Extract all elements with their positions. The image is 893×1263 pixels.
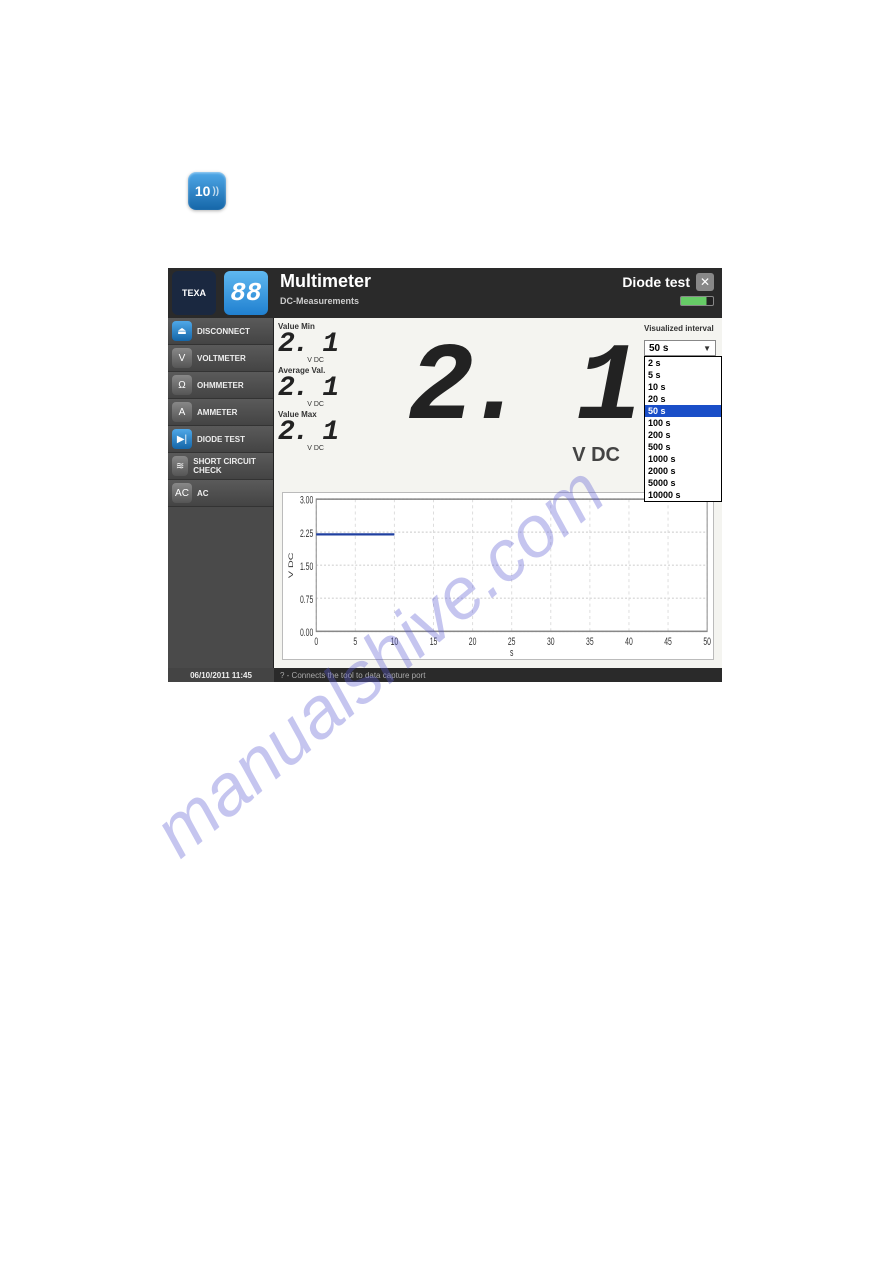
- svg-text:3.00: 3.00: [300, 494, 313, 506]
- sidebar-item-diode-test[interactable]: ▶| DIODE TEST: [168, 426, 273, 453]
- sidebar-item-ohmmeter[interactable]: Ω OHMMETER: [168, 372, 273, 399]
- interval-option[interactable]: 100 s: [645, 417, 721, 429]
- svg-text:2.25: 2.25: [300, 527, 313, 539]
- readings-row: Value Min 2. 1 V DC Average Val. 2. 1 V …: [274, 318, 722, 488]
- chevron-down-icon: ▼: [703, 344, 711, 353]
- battery-icon: [680, 296, 714, 306]
- svg-text:5: 5: [353, 636, 357, 648]
- app-title: Multimeter: [280, 271, 371, 292]
- voltmeter-icon: V: [172, 348, 192, 368]
- interval-selected-value: 50 s: [649, 343, 668, 354]
- svg-text:40: 40: [625, 636, 633, 648]
- svg-text:0.75: 0.75: [300, 593, 313, 605]
- svg-text:15: 15: [430, 636, 438, 648]
- interval-option[interactable]: 5000 s: [645, 477, 721, 489]
- interval-option[interactable]: 20 s: [645, 393, 721, 405]
- app-window: TEXA 88 Multimeter Diode test ✕ DC-Measu…: [168, 268, 722, 682]
- sidebar: ⏏ DISCONNECT V VOLTMETER Ω OHMMETER A AMMETER ▶|…: [168, 318, 274, 668]
- close-button[interactable]: ✕: [696, 273, 714, 291]
- small-stats: Value Min 2. 1 V DC Average Val. 2. 1 V …: [278, 322, 342, 484]
- status-message: ? - Connects the tool to data capture po…: [274, 668, 722, 682]
- interval-option[interactable]: 50 s: [645, 405, 721, 417]
- interval-option[interactable]: 500 s: [645, 441, 721, 453]
- brand-logo: TEXA: [172, 271, 216, 315]
- disconnect-icon: ⏏: [172, 321, 192, 341]
- sidebar-item-short-circuit-check[interactable]: ≋ SHORT CIRCUIT CHECK: [168, 453, 273, 480]
- interval-option[interactable]: 2000 s: [645, 465, 721, 477]
- sound-waves-icon: )): [212, 186, 219, 197]
- title-area: Multimeter Diode test ✕ DC-Measurements: [272, 268, 722, 318]
- page-top-icon: 10 )): [188, 172, 226, 210]
- stat-min-unit: V DC: [278, 357, 342, 364]
- svg-text:45: 45: [664, 636, 672, 648]
- big-reading-value: 2. 1: [408, 340, 632, 440]
- stat-avg-value: 2. 1: [278, 377, 342, 401]
- body: ⏏ DISCONNECT V VOLTMETER Ω OHMMETER A AMMETER ▶|…: [168, 318, 722, 668]
- sidebar-item-voltmeter[interactable]: V VOLTMETER: [168, 345, 273, 372]
- sidebar-item-label: OHMMETER: [197, 381, 244, 390]
- interval-option[interactable]: 10000 s: [645, 489, 721, 501]
- stat-min-value: 2. 1: [278, 333, 342, 357]
- interval-option[interactable]: 200 s: [645, 429, 721, 441]
- sidebar-item-label: AC: [197, 489, 209, 498]
- digit-display-cell: 88: [220, 268, 272, 318]
- mode-label: Diode test: [622, 274, 690, 290]
- big-reading-unit: V DC: [572, 444, 620, 467]
- subtitle: DC-Measurements: [280, 296, 359, 306]
- stat-avg-unit: V DC: [278, 401, 342, 408]
- interval-select[interactable]: 50 s ▼: [644, 340, 716, 356]
- chart: 0.000.751.502.253.0005101520253035404550…: [282, 492, 714, 660]
- interval-option[interactable]: 5 s: [645, 369, 721, 381]
- svg-text:0: 0: [314, 636, 318, 648]
- svg-text:30: 30: [547, 636, 555, 648]
- svg-text:35: 35: [586, 636, 594, 648]
- status-timestamp: 06/10/2011 11:45: [168, 668, 274, 682]
- ammeter-icon: A: [172, 402, 192, 422]
- main-panel: Value Min 2. 1 V DC Average Val. 2. 1 V …: [274, 318, 722, 668]
- sidebar-item-label: VOLTMETER: [197, 354, 246, 363]
- sidebar-item-label: DIODE TEST: [197, 435, 245, 444]
- interval-option[interactable]: 1000 s: [645, 453, 721, 465]
- interval-label: Visualized interval: [644, 324, 716, 334]
- digit-display-icon: 88: [224, 271, 268, 315]
- svg-text:V DC: V DC: [287, 552, 295, 578]
- page-top-icon-number: 10: [195, 183, 211, 199]
- status-bar: 06/10/2011 11:45 ? - Connects the tool t…: [168, 668, 722, 682]
- sidebar-item-ac[interactable]: AC AC: [168, 480, 273, 507]
- app-header: TEXA 88 Multimeter Diode test ✕ DC-Measu…: [168, 268, 722, 318]
- diode-icon: ▶|: [172, 429, 192, 449]
- svg-text:50: 50: [703, 636, 711, 648]
- sidebar-item-ammeter[interactable]: A AMMETER: [168, 399, 273, 426]
- ohmmeter-icon: Ω: [172, 375, 192, 395]
- logo-cell: TEXA: [168, 268, 220, 318]
- sidebar-item-label: SHORT CIRCUIT CHECK: [193, 457, 269, 475]
- chart-area: 0.000.751.502.253.0005101520253035404550…: [274, 488, 722, 668]
- interval-dropdown[interactable]: 2 s5 s10 s20 s50 s100 s200 s500 s1000 s2…: [644, 356, 722, 502]
- interval-box: Visualized interval 50 s ▼ 2 s5 s10 s20 …: [642, 322, 722, 484]
- interval-option[interactable]: 2 s: [645, 357, 721, 369]
- stat-max-unit: V DC: [278, 445, 342, 452]
- interval-option[interactable]: 10 s: [645, 381, 721, 393]
- svg-text:0.00: 0.00: [300, 626, 313, 638]
- sidebar-filler: [168, 507, 273, 668]
- svg-text:1.50: 1.50: [300, 560, 313, 572]
- sidebar-item-label: DISCONNECT: [197, 327, 250, 336]
- short-circuit-icon: ≋: [172, 456, 188, 476]
- ac-icon: AC: [172, 483, 192, 503]
- sidebar-item-disconnect[interactable]: ⏏ DISCONNECT: [168, 318, 273, 345]
- svg-text:s: s: [510, 646, 514, 658]
- stat-max-value: 2. 1: [278, 421, 342, 445]
- svg-text:10: 10: [391, 636, 399, 648]
- big-reading: 2. 1 V DC: [342, 322, 642, 484]
- sidebar-item-label: AMMETER: [197, 408, 237, 417]
- svg-text:20: 20: [469, 636, 477, 648]
